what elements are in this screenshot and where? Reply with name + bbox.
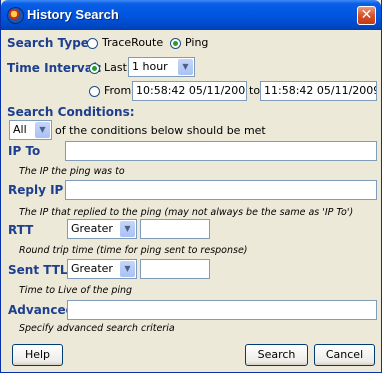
- search-button[interactable]: Search: [245, 344, 308, 366]
- advanced-hint: Specify advanced search criteria: [19, 323, 175, 334]
- ip-to-label: IP To: [8, 144, 41, 158]
- radio-ping-label[interactable]: Ping: [185, 36, 208, 49]
- dialog-content: Search Type: TraceRoute Ping Time Interv…: [1, 30, 381, 372]
- advanced-label: Advanced: [8, 303, 75, 317]
- to-label: to: [249, 84, 261, 97]
- search-conditions-label: Search Conditions:: [7, 105, 135, 119]
- ip-to-input[interactable]: [65, 141, 377, 161]
- sent-ttl-hint: Time to Live of the ping: [19, 285, 133, 296]
- rtt-hint: Round trip time (time for ping sent to r…: [19, 245, 248, 256]
- radio-from[interactable]: [89, 86, 100, 97]
- reply-ip-hint: The IP that replied to the ping (may not…: [19, 207, 354, 218]
- radio-traceroute-label[interactable]: TraceRoute: [102, 36, 163, 49]
- chevron-down-icon[interactable]: ▼: [120, 221, 135, 237]
- sent-ttl-operator-select[interactable]: Greater ▼: [67, 259, 137, 279]
- rtt-operator-value: Greater: [71, 222, 113, 235]
- radio-from-label[interactable]: From: [104, 84, 131, 97]
- rtt-label: RTT: [8, 223, 34, 237]
- radio-last-label[interactable]: Last: [104, 61, 127, 74]
- rtt-input[interactable]: [140, 219, 210, 239]
- radio-traceroute[interactable]: [87, 38, 98, 49]
- last-period-value: 1 hour: [132, 60, 168, 73]
- reply-ip-label: Reply IP: [8, 183, 64, 197]
- ip-to-hint: The IP the ping was to: [19, 166, 125, 177]
- last-period-select[interactable]: 1 hour ▼: [128, 57, 195, 77]
- condition-match-select[interactable]: All ▼: [9, 120, 52, 140]
- condition-match-value: All: [13, 123, 27, 136]
- rtt-operator-select[interactable]: Greater ▼: [67, 219, 137, 239]
- chevron-down-icon[interactable]: ▼: [120, 261, 135, 277]
- window-title: History Search: [27, 7, 119, 22]
- radio-last[interactable]: [89, 63, 100, 74]
- cancel-button[interactable]: Cancel: [314, 344, 375, 366]
- sent-ttl-input[interactable]: [140, 259, 210, 279]
- chevron-down-icon[interactable]: ▼: [35, 122, 50, 138]
- title-bar[interactable]: History Search ✕: [1, 0, 381, 30]
- sent-ttl-label: Sent TTL: [8, 263, 68, 277]
- from-datetime-field[interactable]: 10:58:42 05/11/2009: [132, 81, 247, 101]
- help-button[interactable]: Help: [12, 344, 63, 366]
- condition-match-text: of the conditions below should be met: [55, 124, 266, 137]
- reply-ip-input[interactable]: [65, 180, 377, 200]
- time-interval-label: Time Interval:: [7, 61, 102, 75]
- close-icon[interactable]: ✕: [357, 6, 376, 25]
- radio-ping[interactable]: [170, 38, 181, 49]
- to-datetime-field[interactable]: 11:58:42 05/11/2009: [260, 81, 377, 101]
- chevron-down-icon[interactable]: ▼: [178, 59, 193, 75]
- sent-ttl-operator-value: Greater: [71, 262, 113, 275]
- history-search-window: History Search ✕ Search Type: TraceRoute…: [0, 0, 382, 373]
- search-type-label: Search Type:: [7, 36, 94, 50]
- globe-icon: [7, 7, 24, 24]
- advanced-input[interactable]: [67, 300, 377, 320]
